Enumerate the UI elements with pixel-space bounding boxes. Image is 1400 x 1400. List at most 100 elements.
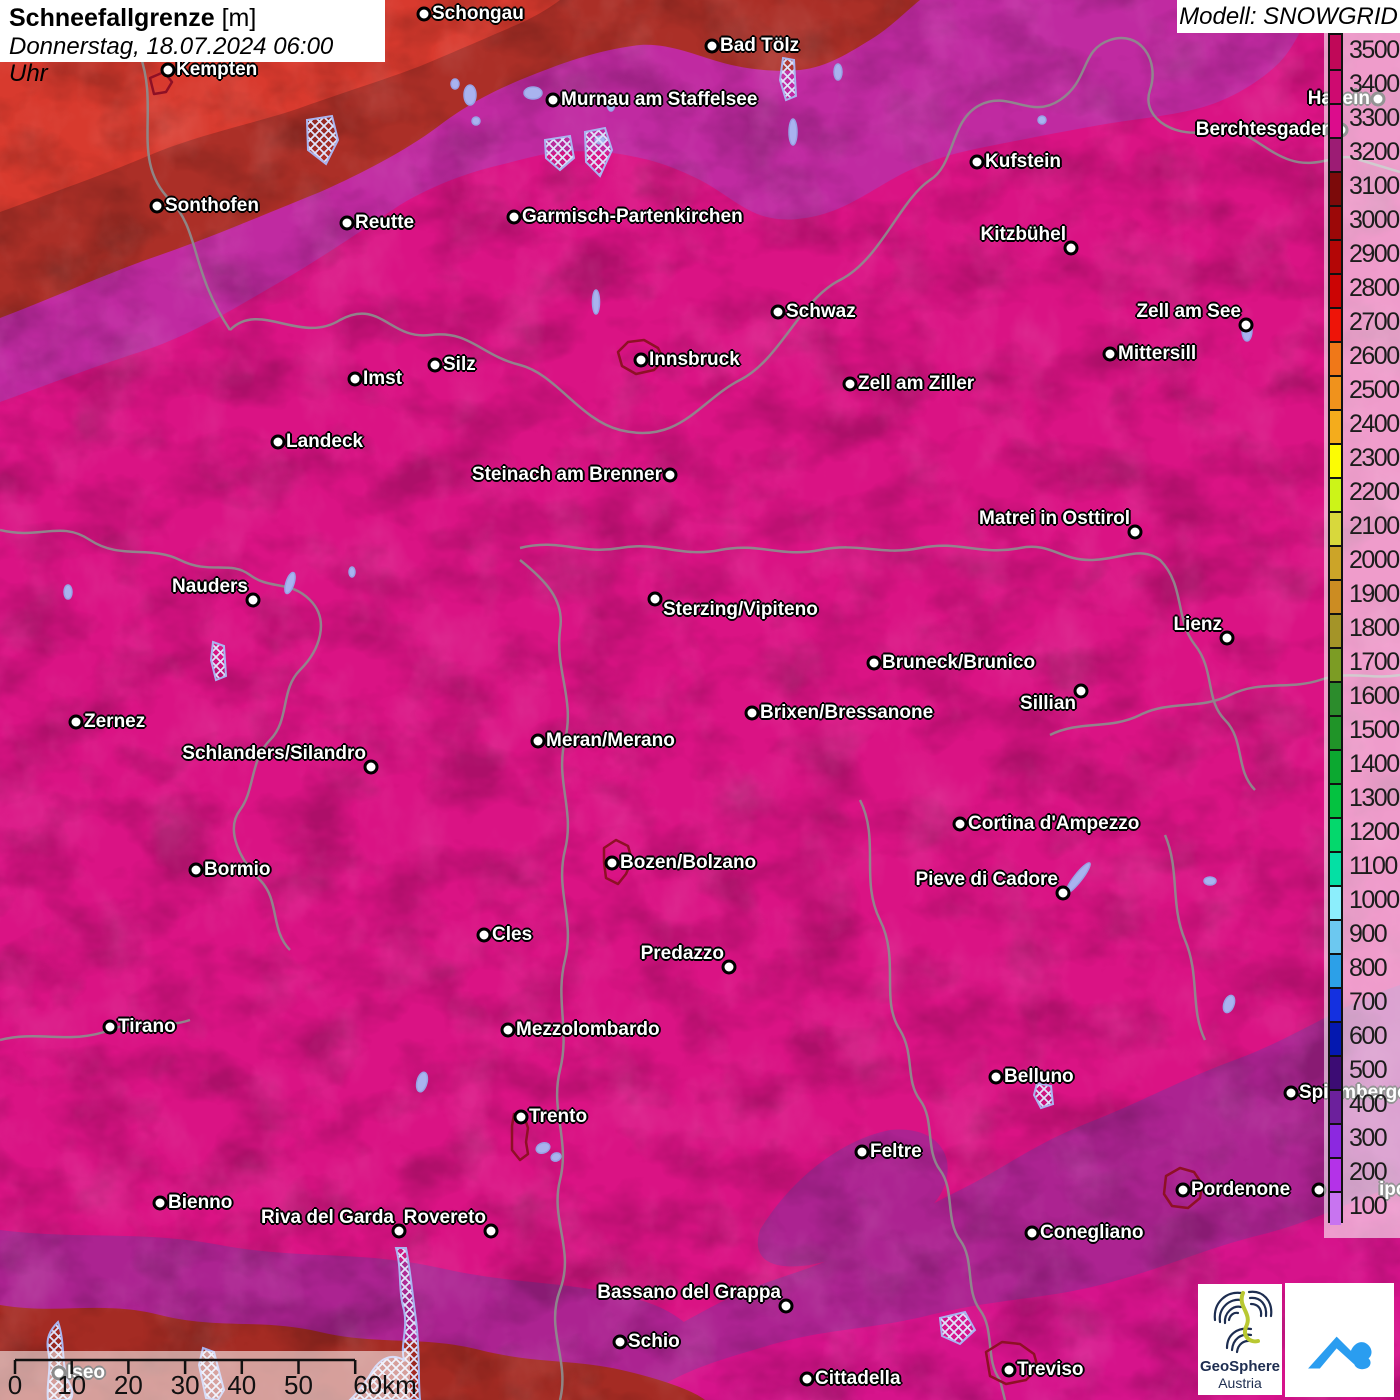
city-label: Sonthofen (165, 195, 259, 217)
legend-colorbar (1328, 33, 1343, 1223)
legend-color-3500 (1330, 35, 1341, 69)
city-dot (189, 863, 204, 878)
city-dot (514, 1110, 529, 1125)
legend-color-1600 (1330, 681, 1341, 715)
city-dot (340, 216, 355, 231)
city-label: Cortina d'Ampezzo (968, 813, 1139, 835)
mountain-cloud-icon (1298, 1298, 1382, 1382)
legend-value: 200 (1349, 1159, 1399, 1185)
legend-value: 300 (1349, 1125, 1399, 1151)
city-label: Schongau (432, 3, 524, 25)
city-dot (663, 468, 678, 483)
legend-value: 3000 (1349, 207, 1399, 233)
legend-value: 2500 (1349, 377, 1399, 403)
legend-value: 3400 (1349, 71, 1399, 97)
legend-color-1200 (1330, 817, 1341, 851)
city-label: Murnau am Staffelsee (561, 89, 757, 111)
city-dot (1176, 1183, 1191, 1198)
legend-value: 2800 (1349, 275, 1399, 301)
city-label: Trento (529, 1106, 587, 1128)
city-label: Kufstein (985, 151, 1061, 173)
city-label: Bruneck/Brunico (882, 652, 1035, 674)
legend-value: 1800 (1349, 615, 1399, 641)
city-marker-layer: SchongauBad TölzKemptenMurnau am Staffel… (0, 0, 1400, 1400)
city-dot (150, 199, 165, 214)
city-label: Conegliano (1040, 1222, 1143, 1244)
city-label: Bozen/Bolzano (620, 852, 756, 874)
city-label: Rovereto (404, 1207, 486, 1229)
city-dot (867, 656, 882, 671)
city-label: Zernez (84, 711, 145, 733)
legend-color-3100 (1330, 171, 1341, 205)
city-label: Bad Tölz (720, 35, 799, 57)
city-dot (745, 706, 760, 721)
city-dot (507, 210, 522, 225)
city-dot (428, 358, 443, 373)
city-label: Pordenone (1191, 1179, 1290, 1201)
legend-color-2300 (1330, 443, 1341, 477)
legend-color-3400 (1330, 69, 1341, 103)
city-dot (953, 817, 968, 832)
city-label: Steinach am Brenner (472, 464, 662, 486)
city-label: Zell am See (1136, 301, 1241, 323)
partner-logo (1285, 1283, 1394, 1397)
legend-color-2900 (1330, 239, 1341, 273)
legend-value: 3200 (1349, 139, 1399, 165)
city-label: Riva del Garda (261, 1207, 394, 1229)
legend-color-1400 (1330, 749, 1341, 783)
scalebar-label: 60km (353, 1370, 393, 1400)
city-dot (648, 592, 663, 607)
legend-color-2500 (1330, 375, 1341, 409)
legend-value: 1900 (1349, 581, 1399, 607)
geosphere-logo-country: Austria (1198, 1375, 1282, 1391)
city-dot (501, 1023, 516, 1038)
legend-value: 800 (1349, 955, 1399, 981)
legend-value: 900 (1349, 921, 1399, 947)
city-label: Cles (492, 924, 532, 946)
legend-color-2800 (1330, 273, 1341, 307)
legend-value: 2300 (1349, 445, 1399, 471)
legend-value: 1200 (1349, 819, 1399, 845)
city-dot (348, 372, 363, 387)
city-label: Predazzo (641, 943, 724, 965)
city-label: Meran/Merano (546, 730, 675, 752)
city-dot (634, 353, 649, 368)
legend-value: 2400 (1349, 411, 1399, 437)
legend-color-600 (1330, 1021, 1341, 1055)
legend-color-1000 (1330, 885, 1341, 919)
scalebar-label: 50 (279, 1370, 319, 1400)
legend-color-700 (1330, 987, 1341, 1021)
city-dot (605, 856, 620, 871)
legend-value: 3100 (1349, 173, 1399, 199)
legend-color-1900 (1330, 579, 1341, 613)
city-dot (613, 1335, 628, 1350)
city-dot (417, 7, 432, 22)
city-label: Silz (443, 354, 476, 376)
legend-color-1700 (1330, 647, 1341, 681)
legend-value: 100 (1349, 1193, 1399, 1219)
city-dot (771, 305, 786, 320)
legend-value: 2200 (1349, 479, 1399, 505)
city-label: Cittadella (815, 1368, 901, 1390)
city-dot (800, 1372, 815, 1387)
legend-value: 1100 (1349, 853, 1399, 879)
city-dot (1002, 1363, 1017, 1378)
city-label: Schlanders/Silandro (182, 743, 366, 765)
legend-value: 500 (1349, 1057, 1399, 1083)
title-box: Schneefallgrenze [m] Donnerstag, 18.07.2… (0, 0, 385, 62)
city-label: Sterzing/Vipiteno (663, 599, 818, 621)
legend-color-2700 (1330, 307, 1341, 341)
scalebar-label: 0 (0, 1370, 35, 1400)
city-dot (477, 928, 492, 943)
map-scalebar: 0102030405060km (0, 1351, 410, 1400)
legend-color-2000 (1330, 545, 1341, 579)
geosphere-logo-icon (1203, 1284, 1277, 1356)
legend-value: 1300 (1349, 785, 1399, 811)
legend-color-1800 (1330, 613, 1341, 647)
legend-value: 1700 (1349, 649, 1399, 675)
map-title: Schneefallgrenze [m] (9, 4, 376, 33)
city-label: Zell am Ziller (858, 373, 974, 395)
city-label: Belluno (1004, 1066, 1074, 1088)
city-label: Treviso (1017, 1359, 1084, 1381)
legend-color-1500 (1330, 715, 1341, 749)
